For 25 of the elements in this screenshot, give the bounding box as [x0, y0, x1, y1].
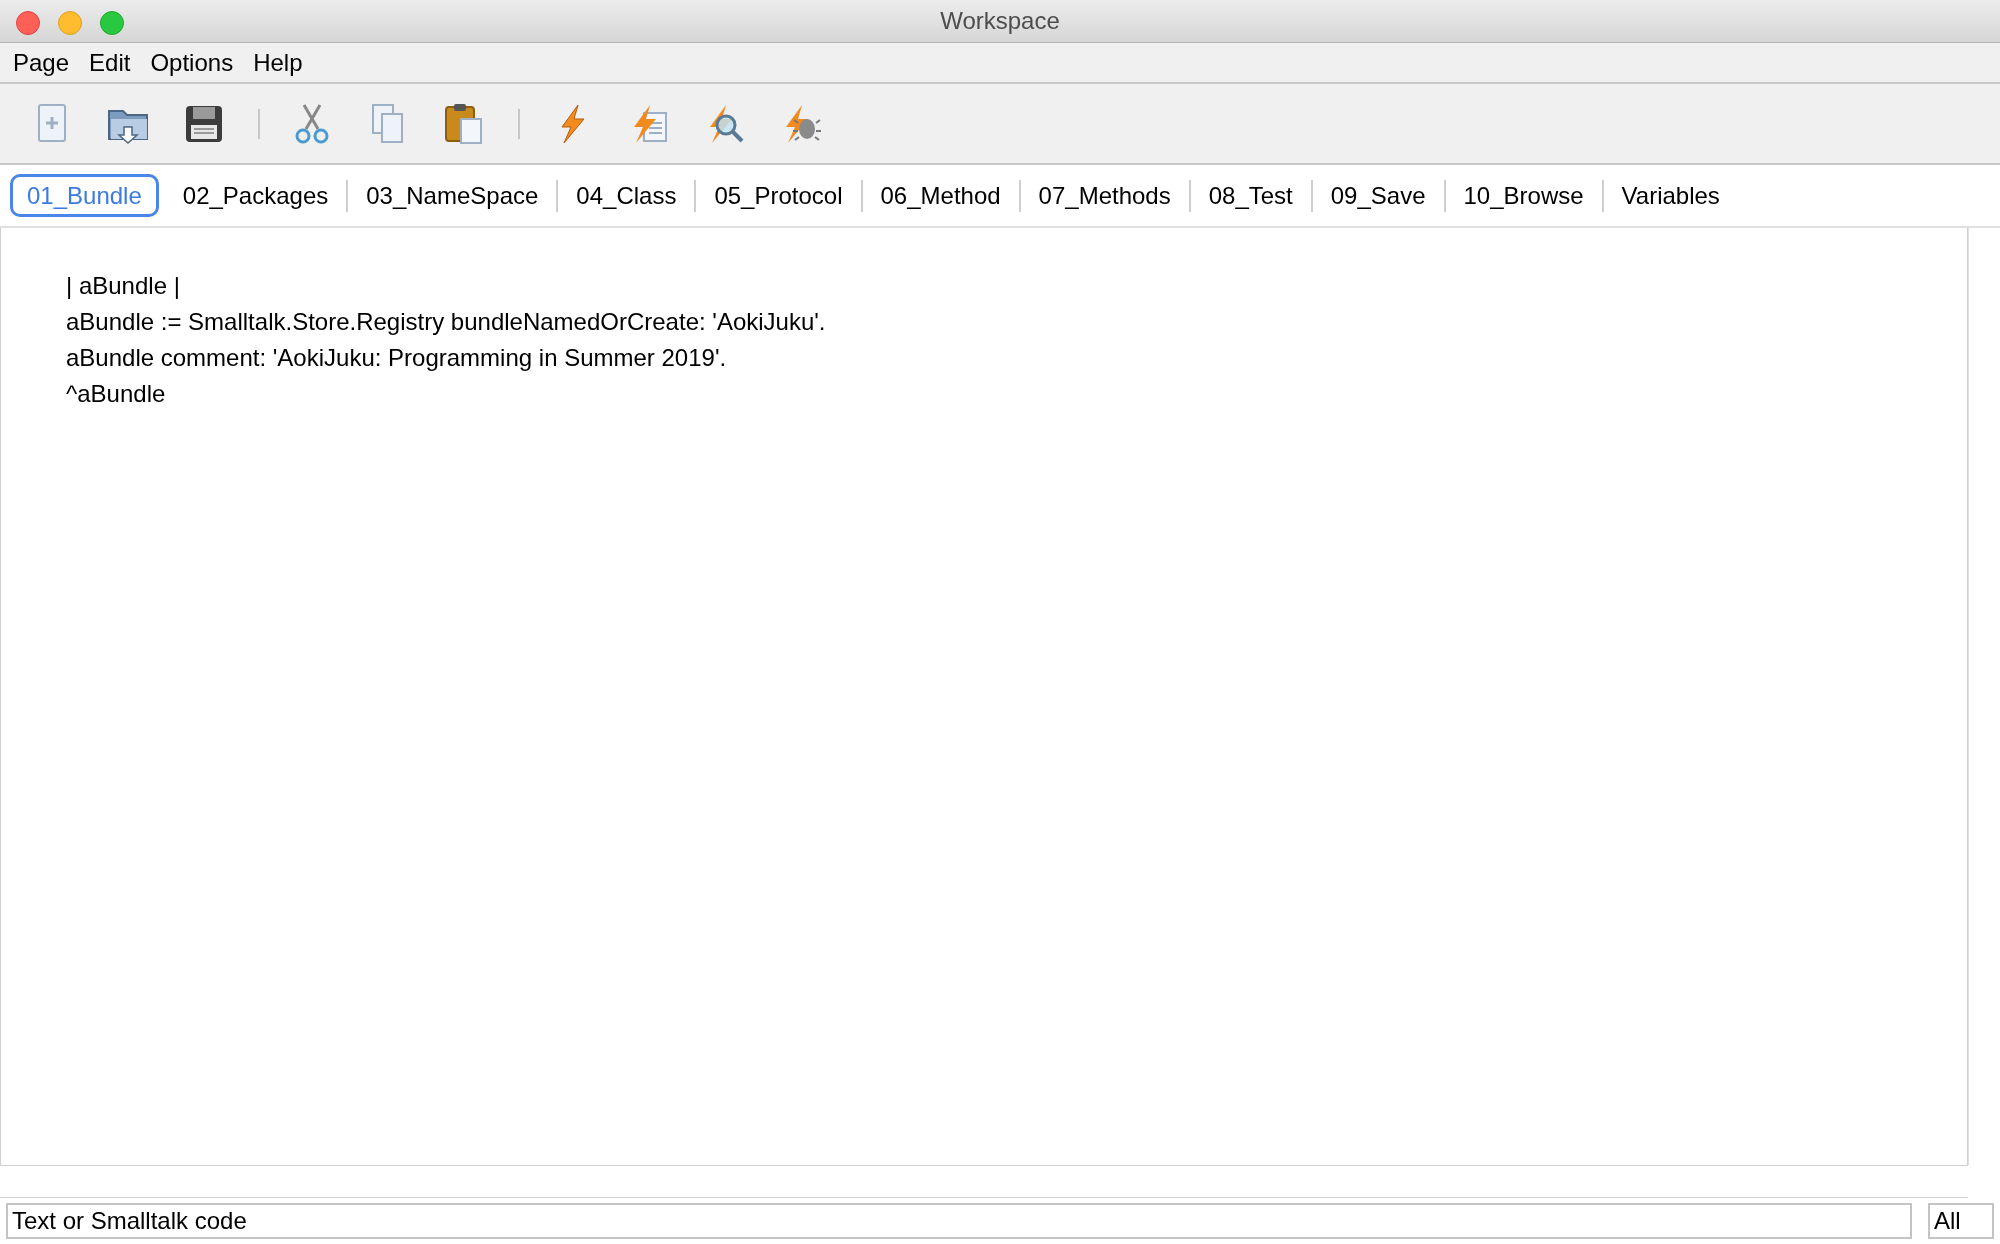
- minimize-button[interactable]: [58, 11, 82, 35]
- tab[interactable]: 10_Browse: [1445, 174, 1602, 217]
- code-line: | aBundle |: [66, 271, 181, 301]
- tab[interactable]: 09_Save: [1312, 174, 1444, 217]
- search-field[interactable]: Text or Smalltalk code: [6, 1203, 1912, 1239]
- zoom-button[interactable]: [100, 11, 124, 35]
- tab[interactable]: 04_Class: [558, 174, 695, 217]
- menu-item[interactable]: Options: [140, 44, 244, 81]
- menu-item[interactable]: Page: [3, 44, 80, 81]
- code-line: aBundle := Smalltalk.Store.Registry bundleNamedOrCreate: 'AokiJuku'.: [66, 307, 827, 337]
- tab[interactable]: 06_Method: [862, 174, 1019, 217]
- tab[interactable]: Variables: [1603, 174, 1738, 217]
- tab[interactable]: 07_Methods: [1020, 174, 1189, 217]
- tab[interactable]: 08_Test: [1190, 174, 1311, 217]
- code-line: ^aBundle: [66, 379, 167, 409]
- window-title: Workspace: [940, 6, 1060, 36]
- close-button[interactable]: [16, 11, 40, 35]
- tab[interactable]: 05_Protocol: [696, 174, 861, 217]
- tab[interactable]: 01_Bundle: [10, 174, 159, 217]
- code-line: aBundle comment: 'AokiJuku: Programming in Summer 2019'.: [66, 343, 728, 373]
- menu-item[interactable]: Help: [243, 44, 313, 81]
- tab[interactable]: 03_NameSpace: [348, 174, 557, 217]
- scope-field[interactable]: All: [1928, 1203, 1994, 1239]
- tab[interactable]: 02_Packages: [164, 174, 347, 217]
- menu-item[interactable]: Edit: [79, 44, 141, 81]
